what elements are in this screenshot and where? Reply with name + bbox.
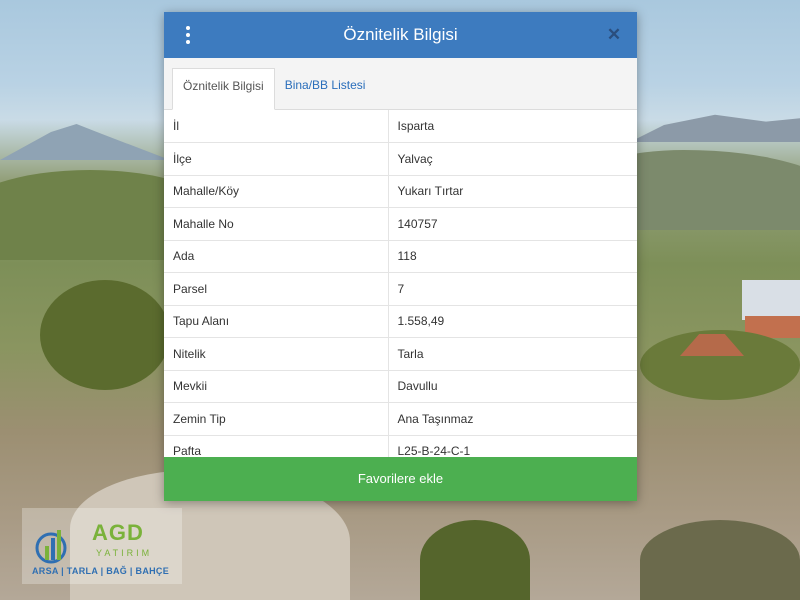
table-row: İl Isparta: [164, 110, 637, 143]
more-vertical-icon[interactable]: [178, 25, 198, 45]
bush: [640, 520, 800, 600]
table-row: Mahalle/Köy Yukarı Tırtar: [164, 175, 637, 208]
company-logo: AGD YATIRIM ARSA | TARLA | BAĞ | BAHÇE: [22, 508, 182, 584]
attribute-value: Tarla: [397, 346, 424, 361]
attribute-key: Mahalle/Köy: [164, 175, 389, 208]
tab-attribute-info[interactable]: Öznitelik Bilgisi: [172, 68, 275, 110]
table-row: Ada 118: [164, 240, 637, 273]
logo-name: AGD: [92, 520, 144, 545]
attribute-key: Mahalle No: [164, 207, 389, 240]
logo-tagline: ARSA | TARLA | BAĞ | BAHÇE: [32, 566, 170, 576]
add-to-favorites-button[interactable]: Favorilere ekle: [164, 457, 637, 501]
table-row: Tapu Alanı 1.558,49: [164, 305, 637, 338]
logo-mark-icon: [35, 530, 67, 564]
table-row: Parsel 7: [164, 272, 637, 305]
attribute-key: Ada: [164, 240, 389, 273]
attribute-key: Nitelik: [164, 337, 389, 370]
mountain-left: [0, 124, 170, 160]
attribute-value: 1.558,49: [397, 314, 445, 329]
attribute-table: İl Isparta İlçe Yalvaç Mahalle/Köy Yukarı T…: [164, 110, 637, 468]
attribute-info-dialog: Öznitelik Bilgisi ✕ Öznitelik Bilgisi Bi…: [164, 12, 637, 501]
attribute-key: Tapu Alanı: [164, 305, 389, 338]
tab-building-list[interactable]: Bina/BB Listesi: [275, 68, 376, 110]
attribute-value: 7: [397, 281, 405, 296]
table-row: İlçe Yalvaç: [164, 142, 637, 175]
attribute-key: İlçe: [164, 142, 389, 175]
mountain-right: [630, 114, 800, 142]
attribute-key: Mevkii: [164, 370, 389, 403]
tree: [40, 280, 170, 390]
attribute-key: Zemin Tip: [164, 402, 389, 435]
attribute-value: Yalvaç: [397, 151, 433, 166]
attribute-value: Isparta: [397, 119, 435, 133]
attribute-value: 118: [397, 249, 417, 264]
dialog-title: Öznitelik Bilgisi: [343, 25, 458, 44]
attribute-value: Davullu: [397, 379, 438, 394]
table-row: Zemin Tip Ana Taşınmaz: [164, 402, 637, 435]
house: [742, 280, 800, 320]
attribute-value: Yukarı Tırtar: [397, 184, 464, 199]
tab-bar: Öznitelik Bilgisi Bina/BB Listesi: [164, 58, 637, 110]
attribute-key: İl: [164, 110, 389, 143]
table-row: Nitelik Tarla: [164, 337, 637, 370]
table-row: Mevkii Davullu: [164, 370, 637, 403]
logo-subtitle: YATIRIM: [96, 548, 153, 558]
bush: [420, 520, 530, 600]
attribute-key: Parsel: [164, 272, 389, 305]
dialog-header: Öznitelik Bilgisi ✕: [164, 12, 637, 58]
attribute-value: 140757: [397, 216, 438, 231]
table-row: Mahalle No 140757: [164, 207, 637, 240]
close-icon[interactable]: ✕: [603, 24, 625, 46]
attribute-value: Ana Taşınmaz: [397, 411, 474, 426]
